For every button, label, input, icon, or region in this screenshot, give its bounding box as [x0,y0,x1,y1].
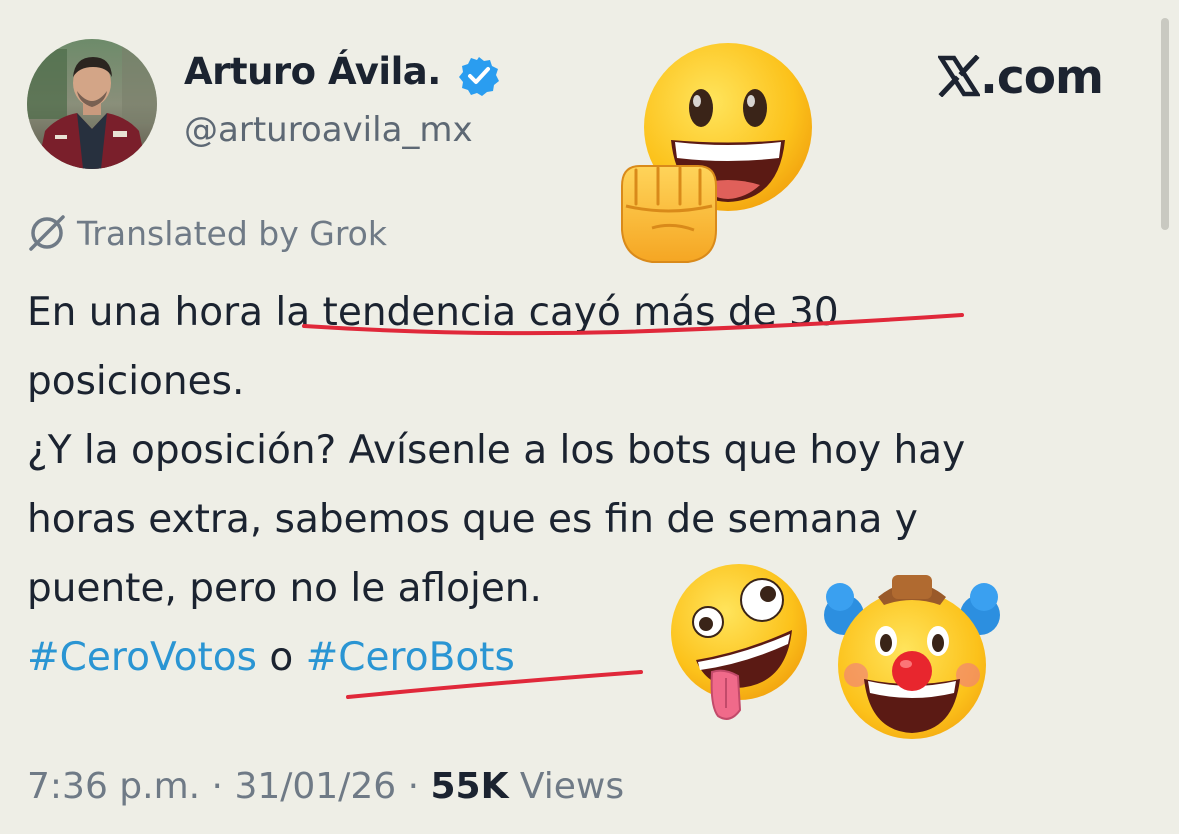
hashtag-cerovotos[interactable]: #CeroVotos [27,635,257,680]
author-handle[interactable]: @arturoavila_mx [184,110,473,150]
verified-badge-icon [459,57,499,96]
oncoming-fist-emoji [621,165,717,263]
tweet-line: posiciones. [27,347,1157,416]
translation-notice[interactable]: Translated by Grok [27,210,387,256]
translation-label: Translated by Grok [77,213,387,253]
tweet-time[interactable]: 7:36 p.m. [27,766,200,807]
views-label: Views [519,766,625,807]
hashtag-connector: o [269,635,294,680]
tweet-text-segment-underlined: la tendencia cayó más de 30 [275,290,839,335]
meta-separator: · [200,766,235,807]
tweet-line: En una hora la tendencia cayó más de 30 [27,278,1157,347]
meta-separator: · [396,766,431,807]
tweet-text-segment: ¿Y la oposición? Avísenle a los bots que… [27,428,966,473]
avatar[interactable] [27,39,157,169]
tweet-text-segment: En una hora [27,290,276,335]
tweet-date[interactable]: 31/01/26 [234,766,396,807]
clown-face-emoji [824,575,1000,739]
scrollbar[interactable] [1161,18,1169,230]
tweet-text-segment: horas extra, sabemos que es fin de seman… [27,497,918,542]
x-logo-icon [938,55,980,97]
tweet-screenshot: Arturo Ávila. @arturoavila_mx .com Trans… [0,0,1179,834]
site-logo: .com [938,50,1104,105]
author-name[interactable]: Arturo Ávila. [184,50,441,93]
views-count[interactable]: 55K [430,766,508,807]
tweet-line: ¿Y la oposición? Avísenle a los bots que… [27,416,1157,485]
tweet-meta: 7:36 p.m. · 31/01/26 · 55K Views [27,766,624,807]
site-logo-text: .com [980,50,1104,105]
grok-icon [29,215,65,251]
tweet-text-segment: puente, pero no le aflojen. [27,566,542,611]
hashtag-cerobots[interactable]: #CeroBots [306,635,515,680]
tweet-line: horas extra, sabemos que es fin de seman… [27,485,1157,554]
zany-face-emoji [671,564,807,720]
tweet-text-segment: posiciones. [27,359,245,404]
